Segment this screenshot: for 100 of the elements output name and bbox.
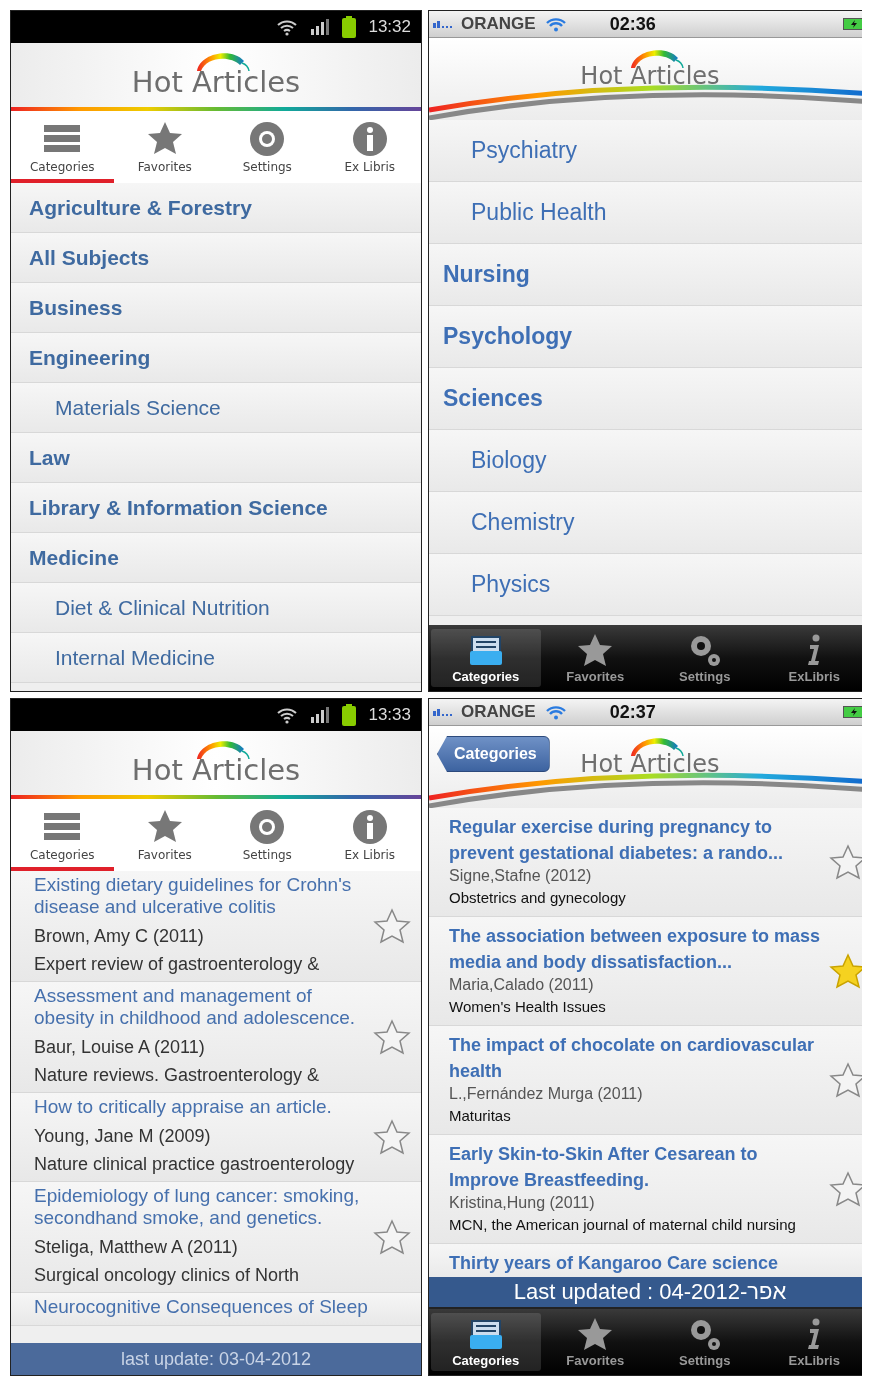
tab[interactable]: Categories	[431, 629, 541, 687]
settings-icon	[249, 808, 286, 845]
article-journal: Maturitas	[449, 1106, 512, 1126]
wifi-icon	[545, 704, 566, 720]
category-item[interactable]: Business	[11, 283, 421, 333]
wifi-icon	[276, 706, 299, 724]
article-author: Brown, Amy C (2011)	[34, 925, 205, 948]
battery-icon	[843, 706, 862, 718]
article-title: How to critically appraise an article.	[34, 1096, 333, 1118]
star-outline-icon[interactable]	[373, 1019, 411, 1055]
info-icon	[351, 808, 388, 845]
battery-icon	[843, 18, 862, 30]
clock: 13:33	[368, 705, 411, 725]
category-item[interactable]: Medicine	[11, 533, 421, 583]
article-title: Existing dietary guidelines for Crohn's disease and ulcerative colitis	[34, 874, 353, 918]
category-item[interactable]: Agriculture & Forestry	[11, 183, 421, 233]
battery-icon	[342, 704, 357, 726]
battery-icon	[342, 16, 357, 38]
category-item[interactable]: Nursing	[429, 244, 862, 306]
category-item[interactable]: Public Health	[429, 182, 862, 244]
tab[interactable]: Categories	[431, 1313, 541, 1371]
info-icon	[351, 120, 388, 157]
article-author: Baur, Louise A (2011)	[34, 1036, 206, 1059]
article-journal: Women's Health Issues	[449, 997, 607, 1017]
article-title: Assessment and management of obesity in childhood and adolescence.	[34, 985, 357, 1029]
article-item[interactable]: Existing dietary guidelines for Crohn's disease and ulcerative colitis Brown, Amy C (2011) Expert review of gastroenterology &	[11, 871, 421, 982]
article-author: Signe,Stafne (2012)	[449, 866, 593, 886]
article-item[interactable]: Regular exercise during pregnancy to prevent gestational diabetes: a rando... Signe,Stafne (2012) Obstetrics and gynecology	[429, 808, 862, 917]
subcategory-item[interactable]: Physics	[429, 554, 862, 616]
category-item[interactable]: All Subjects	[11, 233, 421, 283]
category-item[interactable]: Law	[11, 433, 421, 483]
tab[interactable]: Settings	[650, 629, 760, 687]
article-item[interactable]: Early Skin-to-Skin After Cesarean to Improve Breastfeeding. Kristina,Hung (2011) MCN, the American journal of maternal child nursing	[429, 1135, 862, 1244]
subcategory-item[interactable]: Internal Medicine	[11, 633, 421, 683]
wifi-icon	[545, 16, 566, 32]
settings-icon	[249, 120, 286, 157]
back-button[interactable]: Categories	[437, 736, 550, 772]
tab[interactable]: Settings	[650, 1313, 760, 1371]
subcategory-item[interactable]: Biology	[429, 430, 862, 492]
tab[interactable]: Favorites	[540, 1313, 650, 1371]
article-title: The association between exposure to mass media and body dissatisfaction...	[449, 925, 822, 974]
subcategory-item[interactable]: Chemistry	[429, 492, 862, 554]
article-author: L.,Fernández Murga (2011)	[449, 1084, 644, 1104]
signal-icon	[310, 706, 331, 724]
article-journal: Surgical oncology clinics of North	[34, 1264, 301, 1287]
article-title: Thirty years of Kangaroo Care science	[449, 1252, 780, 1275]
article-title: Early Skin-to-Skin After Cesarean to Improve Breastfeeding.	[449, 1143, 759, 1192]
signal-icon	[433, 20, 455, 28]
wifi-icon	[276, 18, 299, 36]
article-title: Epidemiology of lung cancer: smoking, secondhand smoke, and genetics.	[34, 1185, 361, 1229]
app-title: Hot Articles	[580, 750, 720, 778]
star-icon	[146, 120, 183, 157]
article-journal: Nature clinical practice gastroenterology	[34, 1153, 356, 1176]
tab[interactable]: ExLibris	[759, 629, 862, 687]
article-item[interactable]: Assessment and management of obesity in childhood and adolescence. Baur, Louise A (2011) Nature reviews. Gastroenterology &	[11, 982, 421, 1093]
signal-icon	[310, 18, 331, 36]
clock: 02:37	[609, 701, 656, 723]
last-update-bar: Last updated : 04-2012-אפר	[429, 1277, 862, 1309]
article-item[interactable]: How to critically appraise an article. Young, Jane M (2009) Nature clinical practice gastroenterology	[11, 1093, 421, 1182]
carrier-name: ORANGE	[461, 14, 536, 34]
category-item[interactable]: Library & Information Science	[11, 483, 421, 533]
article-item[interactable]: Thirty years of Kangaroo Care science	[429, 1244, 862, 1277]
star-outline-icon[interactable]	[829, 1062, 862, 1098]
star-outline-icon[interactable]	[829, 844, 862, 880]
app-title: Hot Articles	[131, 753, 301, 787]
star-outline-icon[interactable]	[373, 1219, 411, 1255]
category-item[interactable]: Engineering	[11, 333, 421, 383]
carrier-name: ORANGE	[461, 702, 536, 722]
category-item[interactable]: Sciences	[429, 368, 862, 430]
subcategory-item[interactable]: Materials Science	[11, 383, 421, 433]
article-author: Maria,Calado (2011)	[449, 975, 595, 995]
star-icon	[578, 632, 613, 667]
filled-star-icon[interactable]	[829, 953, 862, 989]
app-title: Hot Articles	[131, 65, 301, 99]
star-icon	[146, 808, 183, 845]
category-item[interactable]: Psychiatry	[429, 120, 862, 182]
article-item[interactable]: The association between exposure to mass media and body dissatisfaction... Maria,Calado (2011) Women's Health Issues	[429, 917, 862, 1026]
article-title: The impact of chocolate on cardiovascular health	[449, 1034, 816, 1083]
star-outline-icon[interactable]	[829, 1171, 862, 1207]
category-item[interactable]: Psychology	[429, 306, 862, 368]
star-outline-icon[interactable]	[373, 908, 411, 944]
star-outline-icon[interactable]	[373, 1119, 411, 1155]
tab[interactable]: ExLibris	[759, 1313, 862, 1371]
subcategory-item[interactable]: Diet & Clinical Nutrition	[11, 583, 421, 633]
article-journal: MCN, the American journal of maternal child nursing	[449, 1215, 797, 1235]
tab[interactable]: Favorites	[540, 629, 650, 687]
article-journal: Nature reviews. Gastroenterology &	[34, 1064, 321, 1087]
article-journal: Obstetrics and gynecology	[449, 888, 627, 908]
star-icon	[578, 1316, 613, 1351]
article-item[interactable]: The impact of chocolate on cardiovascular health L.,Fernández Murga (2011) Maturitas	[429, 1026, 862, 1135]
last-update-bar: last update: 03-04-2012	[11, 1343, 421, 1375]
article-item[interactable]: Epidemiology of lung cancer: smoking, secondhand smoke, and genetics. Steliga, Matthew A (2011) Surgical oncology clinics of North	[11, 1182, 421, 1293]
article-title: Neurocognitive Consequences of Sleep	[34, 1296, 369, 1318]
signal-icon	[433, 708, 455, 716]
clock: 02:36	[609, 13, 656, 35]
article-author: Steliga, Matthew A (2011)	[34, 1236, 239, 1259]
article-journal: Expert review of gastroenterology &	[34, 953, 321, 976]
clock: 13:32	[368, 17, 411, 37]
app-title: Hot Articles	[580, 62, 720, 90]
article-item[interactable]: Neurocognitive Consequences of Sleep	[11, 1293, 421, 1326]
